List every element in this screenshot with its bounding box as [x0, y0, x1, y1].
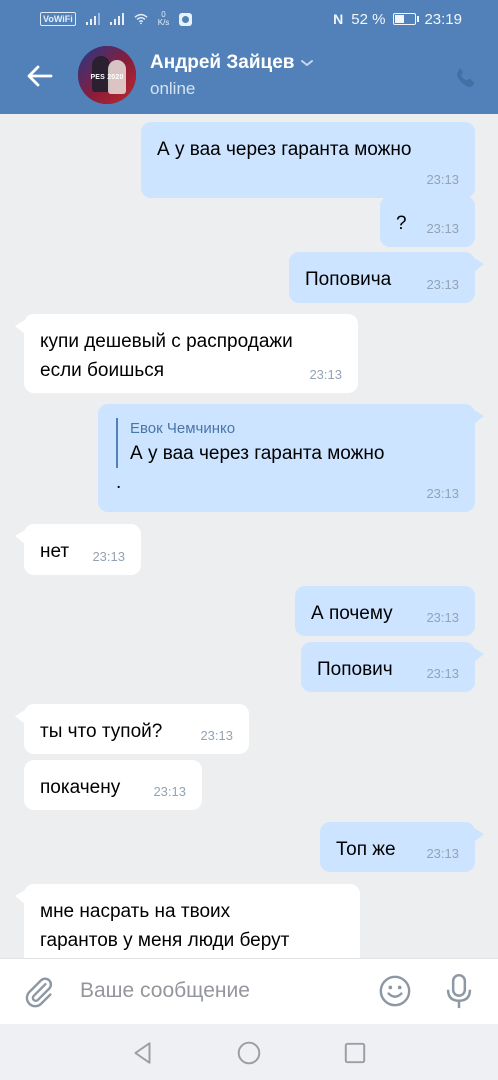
wifi-icon [134, 13, 148, 25]
message-bubble-outgoing[interactable]: А почему 23:13 [295, 586, 475, 636]
message-text: А у ваа через гаранта можно [157, 139, 412, 160]
contact-status: online [150, 79, 196, 98]
message-text: нет [40, 541, 70, 562]
message-bubble-outgoing[interactable]: А у ваа через гаранта можно 23:13 [141, 122, 475, 198]
message-text: ? [396, 213, 407, 234]
message-text: ты что тупой? [40, 721, 163, 742]
battery-icon [393, 13, 420, 25]
status-right: N 52 % 23:19 [333, 9, 462, 29]
clock: 23:19 [424, 10, 462, 28]
message-text: покачену [40, 777, 121, 798]
message-time: 23:13 [426, 486, 459, 501]
message-time: 23:13 [426, 172, 459, 187]
chevron-down-icon [301, 60, 314, 67]
paperclip-icon[interactable] [22, 975, 56, 1009]
nfc-icon: N [333, 11, 344, 27]
recents-square-icon[interactable] [342, 1040, 368, 1066]
microphone-icon[interactable] [444, 973, 474, 1011]
message-bubble-outgoing[interactable]: Евок Чемчинко А у ваа через гаранта можн… [98, 404, 484, 512]
vowifi-badge: VoWiFi [40, 12, 76, 26]
contact-name: Андрей Зайцев [150, 52, 295, 73]
message-time: 23:13 [92, 549, 125, 564]
message-bubble-incoming[interactable]: ты что тупой? 23:13 [15, 704, 249, 754]
message-text: Топ же [336, 839, 396, 860]
message-text: Попович [317, 659, 393, 680]
home-circle-icon[interactable] [236, 1040, 262, 1066]
message-bubble-incoming[interactable]: купи дешевый с распродажи если боишься 2… [15, 314, 358, 393]
message-time: 23:13 [426, 610, 459, 625]
back-button[interactable] [22, 58, 58, 94]
smile-icon[interactable] [378, 974, 412, 1008]
message-time: 23:13 [426, 846, 459, 861]
arrow-left-icon [27, 65, 53, 87]
reply-quote[interactable]: Евок Чемчинко А у ваа через гаранта можн… [116, 418, 384, 468]
message-text: . [116, 472, 122, 493]
status-left: VoWiFi 0 K/s [40, 9, 193, 29]
message-time: 23:13 [426, 221, 459, 236]
status-bar: VoWiFi 0 K/s N 52 % 23:19 [0, 0, 498, 38]
message-time: 23:13 [426, 277, 459, 292]
message-text: купи дешевый с распродажи если боишься [40, 331, 293, 381]
message-bubble-incoming[interactable]: нет 23:13 [15, 524, 141, 575]
avatar[interactable]: PES 2020 [78, 46, 136, 104]
message-bubble-outgoing[interactable]: Поповича 23:13 [289, 252, 484, 303]
message-bubble-incoming[interactable]: покачену 23:13 [24, 760, 202, 810]
chat-history[interactable]: А у ваа через гаранта можно 23:13 ? 23:1… [0, 114, 498, 960]
message-composer: Ваше сообщение [0, 958, 498, 1025]
reply-author: Евок Чемчинко [130, 420, 236, 437]
message-text: мне насрать на твоих гарантов у меня люд… [40, 901, 290, 951]
system-nav-bar [0, 1024, 498, 1080]
message-text: Поповича [305, 269, 392, 290]
message-bubble-outgoing[interactable]: ? 23:13 [380, 196, 475, 247]
top-bar: VoWiFi 0 K/s N 52 % 23:19 PES 2020 Андре… [0, 0, 498, 114]
message-bubble-outgoing[interactable]: Попович 23:13 [301, 642, 484, 692]
signal-icon-2 [109, 13, 124, 25]
avatar-logo-text: PES 2020 [90, 74, 124, 81]
message-bubble-incoming[interactable]: мне насрать на твоих гарантов у меня люд… [15, 884, 360, 960]
contact-name-button[interactable]: Андрей Зайцев [150, 52, 314, 74]
message-text: А почему [311, 603, 393, 624]
network-speed: 0 K/s [157, 10, 170, 27]
message-input[interactable]: Ваше сообщение [80, 979, 250, 1003]
message-time: 23:13 [426, 666, 459, 681]
phone-icon[interactable] [452, 64, 480, 92]
message-time: 23:13 [153, 784, 186, 799]
signal-icon [85, 13, 100, 25]
message-time: 23:13 [309, 367, 342, 382]
back-triangle-icon[interactable] [130, 1040, 156, 1066]
battery-percent: 52 % [351, 10, 386, 28]
reply-text: А у ваа через гаранта можно [130, 443, 385, 464]
message-bubble-outgoing[interactable]: Топ же 23:13 [320, 822, 484, 872]
vk-notification-icon [179, 12, 193, 26]
message-time: 23:13 [200, 728, 233, 743]
